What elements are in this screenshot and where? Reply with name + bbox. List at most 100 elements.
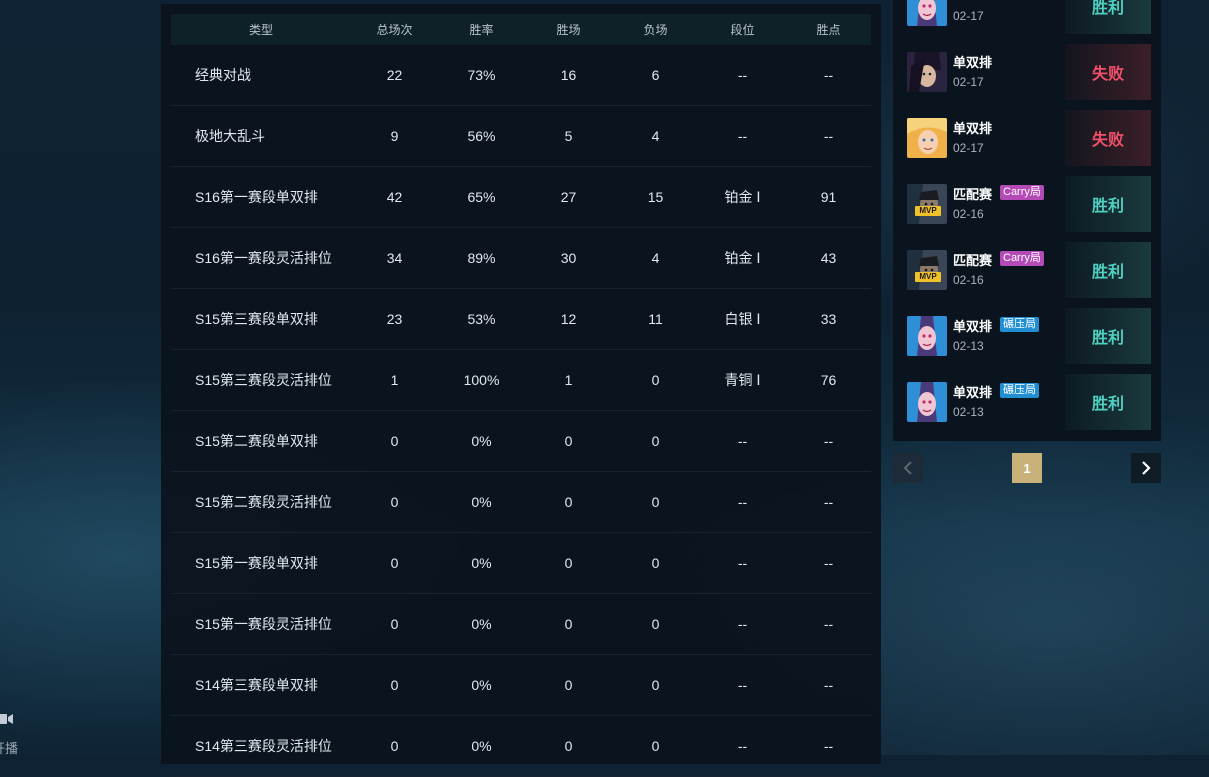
cell-rank: -- [737, 555, 748, 571]
stats-table-body: 经典对战 22 73% 16 6 -- -- 极地大乱斗 9 56% 5 4 -- -- S16第一赛段单双… [171, 45, 871, 777]
cell-lp: -- [823, 738, 834, 754]
cell-total: 1 [390, 372, 399, 388]
header-total: 总场次 [376, 23, 413, 37]
cell-wins: 0 [564, 677, 573, 693]
cell-type: S15第三赛段单双排 [195, 311, 318, 327]
chevron-right-icon [1142, 461, 1151, 475]
cell-wins: 5 [564, 128, 573, 144]
cell-lp: 91 [820, 189, 837, 205]
cell-rank: -- [737, 738, 748, 754]
cell-total: 0 [390, 494, 399, 510]
cell-total: 22 [386, 67, 403, 83]
match-date: 02-17 [953, 141, 984, 155]
match-result: 胜利 [1065, 0, 1151, 34]
cell-wins: 30 [560, 250, 577, 266]
table-row: S15第三赛段灵活排位 1 100% 1 0 青铜 Ⅰ 76 [171, 350, 871, 411]
page-number-button[interactable]: 1 [1012, 453, 1042, 483]
live-stream-button[interactable]: 开播 [0, 708, 30, 756]
chevron-left-icon [903, 461, 912, 475]
cell-lp: -- [823, 67, 834, 83]
match-mode: 单双排 [953, 319, 993, 334]
match-date: 02-16 [953, 207, 984, 221]
table-row: 经典对战 22 73% 16 6 -- -- [171, 45, 871, 106]
cell-rank: 青铜 Ⅰ [724, 372, 761, 388]
cell-lp: -- [823, 433, 834, 449]
cell-lp: -- [823, 555, 834, 571]
match-mode: 匹配赛 [953, 253, 993, 268]
match-tag-badge: Carry局 [1000, 185, 1044, 200]
cell-wins: 1 [564, 372, 573, 388]
header-losses: 负场 [643, 23, 668, 37]
next-page-button[interactable] [1131, 453, 1161, 483]
cell-winrate: 0% [471, 738, 492, 754]
table-row: S16第一赛段灵活排位 34 89% 30 4 铂金 Ⅰ 43 [171, 228, 871, 289]
cell-rank: -- [737, 433, 748, 449]
stats-table-header: 类型 总场次 胜率 胜场 负场 段位 胜点 [171, 14, 871, 45]
cell-winrate: 100% [463, 372, 500, 388]
cell-rank: -- [737, 677, 748, 693]
match-history-panel: 02-17 胜利 单双排 02-17 失败 单双排 02-17 失败 MVP 匹配赛 Carry局 0… [893, 0, 1161, 441]
match-item[interactable]: 单双排 碾压局 02-13 胜利 [903, 308, 1151, 364]
cell-wins: 0 [564, 738, 573, 754]
cell-rank: 铂金 Ⅰ [724, 250, 761, 266]
cell-total: 0 [390, 616, 399, 632]
cell-rank: -- [737, 616, 748, 632]
cell-losses: 4 [651, 128, 660, 144]
cell-total: 23 [386, 311, 403, 327]
match-item[interactable]: 02-17 胜利 [903, 0, 1151, 34]
match-item[interactable]: 单双排 02-17 失败 [903, 110, 1151, 166]
cell-rank: 铂金 Ⅰ [724, 189, 761, 205]
cell-lp: -- [823, 677, 834, 693]
cell-losses: 6 [651, 67, 660, 83]
cell-rank: -- [737, 67, 748, 83]
cell-total: 42 [386, 189, 403, 205]
prev-page-button[interactable] [893, 453, 923, 483]
cell-type: S15第二赛段单双排 [195, 433, 318, 449]
table-row: S14第三赛段灵活排位 0 0% 0 0 -- -- [171, 716, 871, 777]
table-row: S15第二赛段单双排 0 0% 0 0 -- -- [171, 411, 871, 472]
match-mode: 单双排 [953, 385, 993, 400]
cell-winrate: 0% [471, 677, 492, 693]
cell-type: S15第三赛段灵活排位 [195, 372, 332, 388]
cell-type: S16第一赛段单双排 [195, 189, 318, 205]
cell-losses: 0 [651, 494, 660, 510]
match-result: 失败 [1065, 110, 1151, 166]
match-item[interactable]: 单双排 碾压局 02-13 胜利 [903, 374, 1151, 430]
cell-type: S15第一赛段单双排 [195, 555, 318, 571]
cell-total: 0 [390, 555, 399, 571]
match-item[interactable]: MVP 匹配赛 Carry局 02-16 胜利 [903, 242, 1151, 298]
cell-lp: -- [823, 128, 834, 144]
cell-winrate: 56% [467, 128, 496, 144]
champion-portrait [907, 382, 947, 422]
cell-wins: 27 [560, 189, 577, 205]
header-type: 类型 [248, 23, 273, 37]
header-rank: 段位 [730, 23, 755, 37]
cell-lp: 33 [820, 311, 837, 327]
cell-winrate: 65% [467, 189, 496, 205]
cell-losses: 0 [651, 555, 660, 571]
table-row: S15第三赛段单双排 23 53% 12 11 白银 Ⅰ 33 [171, 289, 871, 350]
match-result: 失败 [1065, 44, 1151, 100]
cell-total: 9 [390, 128, 399, 144]
match-tag-badge: 碾压局 [1000, 317, 1039, 332]
champion-portrait [907, 250, 947, 290]
champion-portrait [907, 118, 947, 158]
cell-rank: 白银 Ⅰ [724, 311, 761, 327]
header-wins: 胜场 [556, 23, 581, 37]
match-result: 胜利 [1065, 242, 1151, 298]
match-item[interactable]: 单双排 02-17 失败 [903, 44, 1151, 100]
table-row: S15第二赛段灵活排位 0 0% 0 0 -- -- [171, 472, 871, 533]
stats-table: 类型 总场次 胜率 胜场 负场 段位 胜点 经典对战 22 73% 16 6 -- -- 极地… [171, 14, 871, 777]
cell-total: 0 [390, 433, 399, 449]
stats-panel: 类型 总场次 胜率 胜场 负场 段位 胜点 经典对战 22 73% 16 6 -- -- 极地… [161, 4, 881, 777]
cell-rank: -- [737, 494, 748, 510]
cell-losses: 0 [651, 677, 660, 693]
match-result: 胜利 [1065, 176, 1151, 232]
header-winrate: 胜率 [469, 23, 494, 37]
cell-winrate: 73% [467, 67, 496, 83]
champion-portrait [907, 184, 947, 224]
match-mode: 单双排 [953, 55, 993, 70]
match-item[interactable]: MVP 匹配赛 Carry局 02-16 胜利 [903, 176, 1151, 232]
cell-losses: 15 [647, 189, 664, 205]
cell-type: S14第三赛段单双排 [195, 677, 318, 693]
